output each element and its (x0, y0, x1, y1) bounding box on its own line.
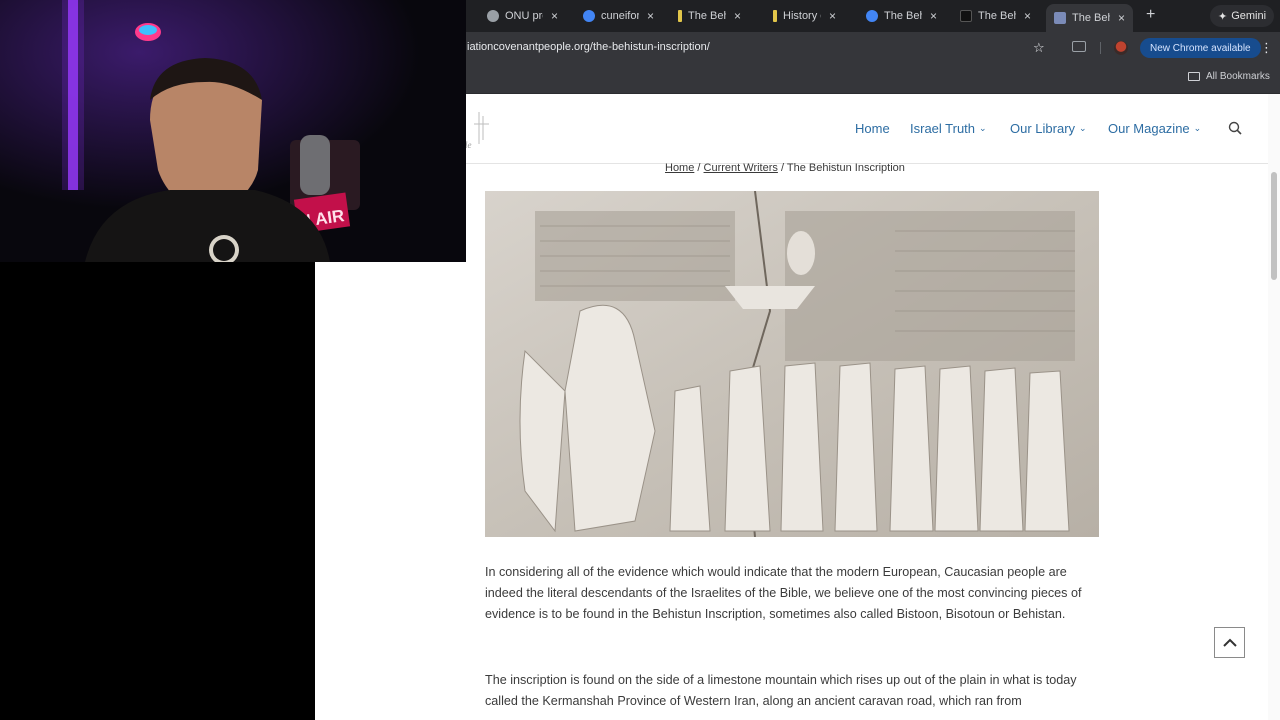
cast-icon[interactable] (1072, 41, 1086, 52)
menu-kebab-icon[interactable]: ⋮ (1260, 40, 1273, 56)
tab-title: The Behi (688, 10, 726, 22)
google-icon (583, 10, 595, 22)
nav-israel-truth[interactable]: Israel Truth ⌄ (910, 121, 987, 136)
gemini-button[interactable]: ✦ Gemini (1210, 5, 1275, 27)
new-tab-button[interactable]: + (1146, 6, 1155, 24)
address-bar[interactable]: iationcovenantpeople.org/the-behistun-in… (467, 41, 710, 53)
chevron-down-icon: ⌄ (1079, 123, 1087, 133)
screen: ONU pro × cuneiforn × The Behi × History… (0, 0, 1280, 720)
article-paragraph-2: The inscription is found on the side of … (485, 673, 1077, 708)
globe-icon (487, 10, 499, 22)
tab-5[interactable]: The Beh × (866, 4, 937, 28)
scroll-to-top-button[interactable] (1214, 627, 1245, 658)
chevron-down-icon: ⌄ (1193, 123, 1202, 133)
close-icon[interactable]: × (1118, 11, 1125, 25)
close-icon[interactable]: × (829, 9, 836, 23)
behistun-relief-image (485, 191, 1099, 537)
nav-label: Our Library (1010, 121, 1076, 136)
close-icon[interactable]: × (1024, 9, 1031, 23)
site-icon (678, 10, 682, 22)
breadcrumb-home-link[interactable]: Home (665, 162, 694, 174)
all-bookmarks-button[interactable]: All Bookmarks (1188, 71, 1270, 82)
toolbar-divider (1100, 42, 1101, 54)
nav-label: Our Magazine (1108, 121, 1190, 136)
tab-title: The Beh (1072, 12, 1110, 24)
tab-title: The Beh (978, 10, 1016, 22)
close-icon[interactable]: × (551, 9, 558, 23)
nav-our-magazine[interactable]: Our Magazine ⌄ (1108, 121, 1201, 136)
site-logo-icon[interactable]: le (465, 108, 491, 148)
nav-our-library[interactable]: Our Library ⌄ (1010, 121, 1087, 136)
tab-4[interactable]: History o × (773, 4, 836, 28)
breadcrumb-separator: / (780, 162, 785, 174)
site-icon (1054, 12, 1066, 24)
google-icon (866, 10, 878, 22)
tab-title: The Beh (884, 10, 922, 22)
webcam-overlay: N AIR (0, 0, 466, 262)
article-paragraph-1: In considering all of the evidence which… (485, 565, 1082, 621)
site-icon (773, 10, 777, 22)
chevron-down-icon: ⌄ (979, 123, 987, 133)
gemini-label: Gemini (1231, 10, 1267, 22)
close-icon[interactable]: × (734, 9, 741, 23)
tab-title: cuneiforn (601, 10, 639, 22)
tab-3[interactable]: The Behi × (678, 4, 741, 28)
tab-7-active[interactable]: The Beh × (1046, 4, 1134, 32)
all-bookmarks-label: All Bookmarks (1206, 71, 1270, 82)
tab-6[interactable]: The Beh × (960, 4, 1031, 28)
sparkle-icon: ✦ (1218, 10, 1228, 23)
breadcrumb-separator: / (697, 162, 701, 174)
close-icon[interactable]: × (647, 9, 654, 23)
folder-icon (1188, 72, 1200, 81)
scrollbar-thumb[interactable] (1271, 172, 1277, 280)
new-chrome-available-button[interactable]: New Chrome available (1140, 38, 1261, 58)
tab-title: ONU pro (505, 10, 543, 22)
tab-1[interactable]: ONU pro × (487, 4, 558, 28)
chevron-up-icon (1222, 638, 1237, 647)
nav-home[interactable]: Home (855, 121, 890, 136)
bookmark-star-icon[interactable]: ☆ (1033, 40, 1045, 56)
nav-label: Israel Truth (910, 121, 976, 136)
site-icon (960, 10, 972, 22)
tab-title: History o (783, 10, 821, 22)
breadcrumb-current-page: The Behistun Inscription (786, 162, 905, 174)
close-icon[interactable]: × (930, 9, 937, 23)
search-icon[interactable] (1228, 121, 1242, 135)
nav-label: Home (855, 121, 890, 136)
profile-avatar-icon[interactable] (1114, 41, 1128, 55)
breadcrumb-current-writers-link[interactable]: Current Writers (704, 162, 778, 174)
tab-2[interactable]: cuneiforn × (583, 4, 654, 28)
